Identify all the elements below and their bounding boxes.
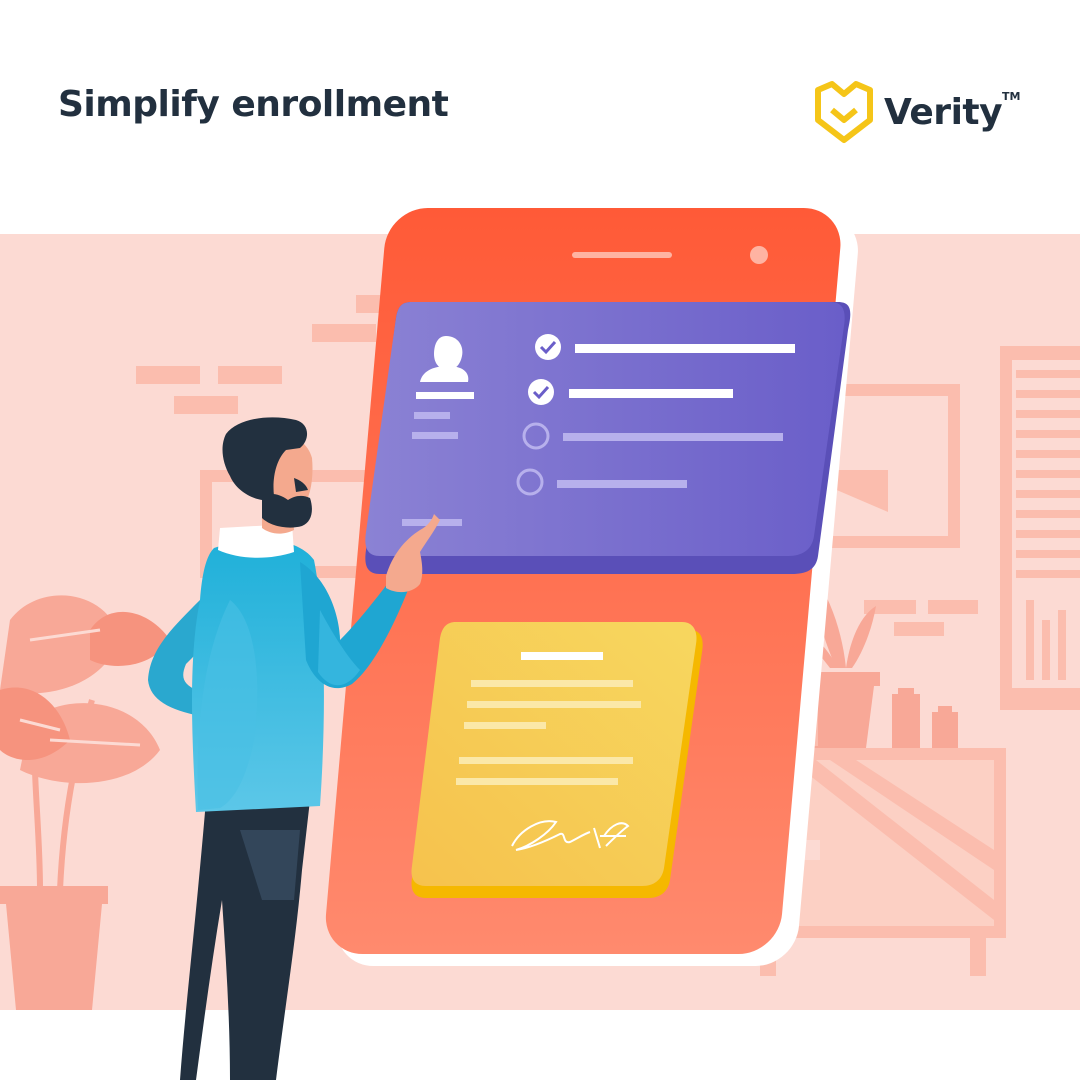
wall-blinds	[1000, 346, 1080, 710]
enrollment-illustration	[0, 208, 1080, 1080]
brand-name: Verity	[884, 92, 1003, 133]
phone-camera-icon	[750, 246, 768, 264]
profile-card	[365, 302, 851, 574]
phone-speaker	[572, 252, 672, 258]
enrollment-banner: Simplify enrollment Verity TM	[0, 0, 1080, 1080]
verity-logo: Verity TM	[812, 80, 1022, 146]
signed-document	[411, 622, 703, 898]
trademark-mark: TM	[1002, 90, 1021, 103]
page-headline: Simplify enrollment	[58, 84, 449, 125]
shield-chevron-icon	[815, 81, 873, 143]
